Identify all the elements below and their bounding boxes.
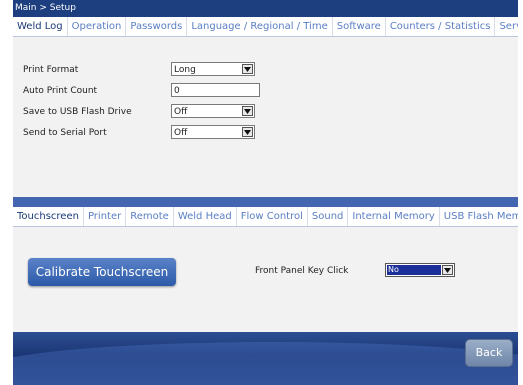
tab-weld-head[interactable]: Weld Head — [174, 207, 237, 226]
section-divider — [13, 197, 518, 207]
print-format-select[interactable]: Long — [171, 62, 255, 76]
back-button[interactable]: Back — [465, 339, 513, 367]
tab-service[interactable]: Service — [495, 17, 518, 36]
tab-passwords[interactable]: Passwords — [126, 17, 188, 36]
setup-window: Main > Setup Weld Log Operation Passwords L… — [13, 0, 518, 385]
key-click-value: No — [387, 265, 441, 275]
send-serial-select[interactable]: Off — [171, 125, 255, 139]
auto-print-count-value: 0 — [174, 86, 180, 96]
save-usb-value: Off — [174, 107, 188, 117]
breadcrumb: Main > Setup — [13, 0, 518, 17]
tab-weld-log[interactable]: Weld Log — [13, 17, 68, 36]
print-format-label: Print Format — [23, 65, 79, 75]
key-click-select[interactable]: No — [385, 263, 455, 277]
send-serial-label: Send to Serial Port — [23, 128, 107, 138]
weld-log-panel: Print Format Long Auto Print Count 0 Sav… — [13, 37, 518, 197]
tab-operation[interactable]: Operation — [68, 17, 127, 36]
auto-print-count-label: Auto Print Count — [23, 86, 98, 96]
tab-flow-control[interactable]: Flow Control — [237, 207, 308, 226]
top-tab-bar: Weld Log Operation Passwords Language / Reg… — [13, 17, 518, 37]
chevron-down-icon[interactable] — [442, 265, 453, 275]
tab-touchscreen[interactable]: Touchscreen — [13, 207, 84, 226]
tab-software[interactable]: Software — [333, 17, 386, 36]
print-format-value: Long — [174, 65, 196, 75]
save-usb-select[interactable]: Off — [171, 104, 255, 118]
chevron-down-icon[interactable] — [242, 106, 253, 116]
touchscreen-panel: Calibrate Touchscreen Front Panel Key Cl… — [13, 227, 518, 332]
bottom-tab-bar: Touchscreen Printer Remote Weld Head Flow Co… — [13, 207, 518, 227]
tab-sound[interactable]: Sound — [308, 207, 349, 226]
key-click-label: Front Panel Key Click — [255, 266, 349, 276]
tab-usb-flash-memory[interactable]: USB Flash Memory — [440, 207, 518, 226]
tab-remote[interactable]: Remote — [126, 207, 174, 226]
save-usb-label: Save to USB Flash Drive — [23, 107, 132, 117]
tab-internal-memory[interactable]: Internal Memory — [348, 207, 440, 226]
send-serial-value: Off — [174, 128, 188, 138]
calibrate-touchscreen-button[interactable]: Calibrate Touchscreen — [28, 258, 176, 286]
chevron-down-icon[interactable] — [242, 127, 253, 137]
chevron-down-icon[interactable] — [242, 64, 253, 74]
tab-printer[interactable]: Printer — [84, 207, 127, 226]
auto-print-count-input[interactable]: 0 — [171, 83, 260, 97]
footer-decoration — [13, 342, 518, 385]
footer-bar: Back — [13, 332, 518, 385]
tab-language-regional-time[interactable]: Language / Regional / Time — [187, 17, 333, 36]
tab-counters-statistics[interactable]: Counters / Statistics — [386, 17, 496, 36]
